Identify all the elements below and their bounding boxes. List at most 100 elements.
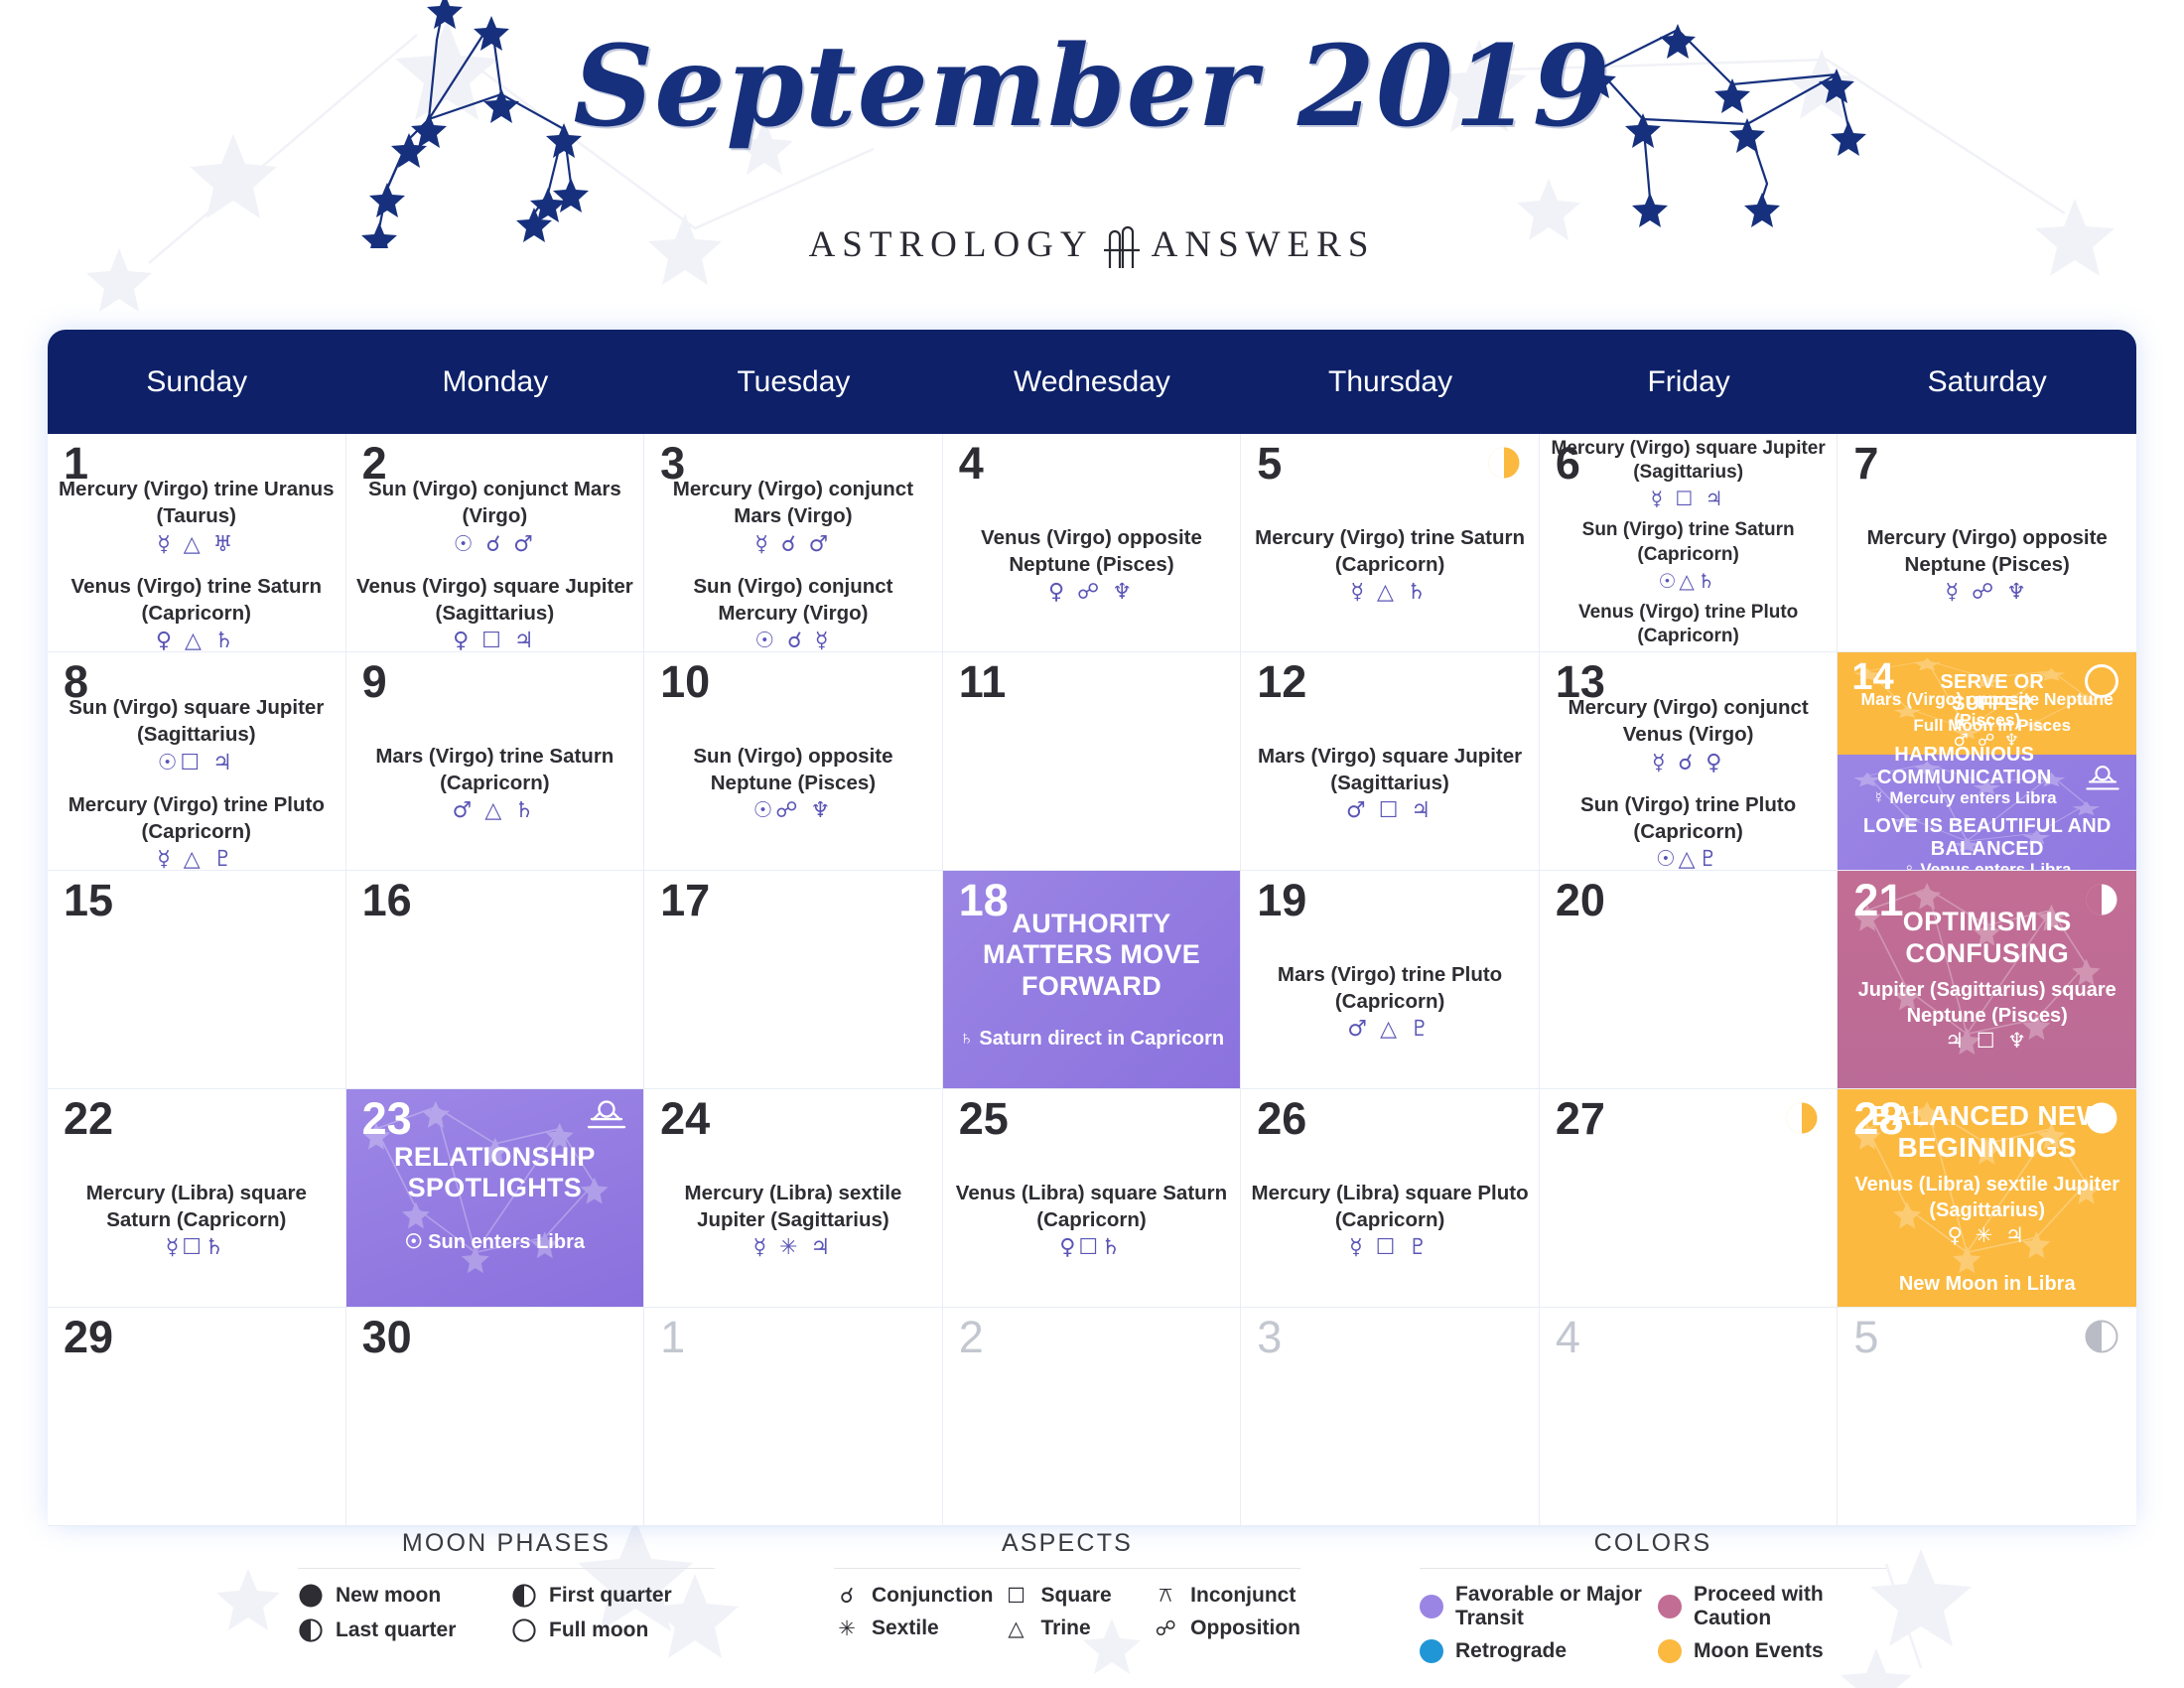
event-footer: ☉ Sun enters Libra bbox=[404, 1231, 585, 1254]
event-aspect-text: Mercury (Virgo) opposite Neptune (Pisces… bbox=[1866, 525, 2108, 576]
calendar-day-cell[interactable]: 10 Sun (Virgo) opposite Neptune (Pisces) ☉… bbox=[644, 652, 943, 871]
calendar-day-cell[interactable]: 24 Mercury (Libra) sextile Jupiter (Sagit… bbox=[644, 1089, 943, 1308]
calendar-day-cell[interactable]: 5 bbox=[1838, 1308, 2136, 1526]
day-event: Mercury (Virgo) trine Saturn (Capricorn)… bbox=[1249, 524, 1531, 605]
calendar-day-cell[interactable]: 25 Venus (Libra) square Saturn (Capricorn… bbox=[942, 1089, 1242, 1308]
calendar-day-cell[interactable]: 12 Mars (Virgo) square Jupiter (Sagittari… bbox=[1241, 652, 1540, 871]
day-number: 7 bbox=[1853, 438, 1879, 489]
event-aspect-glyph: ☉☍ ♆ bbox=[752, 798, 834, 824]
calendar-day-cell[interactable]: 2 Sun (Virgo) conjunct Mars (Virgo) ☉ ☌ ♂ V… bbox=[345, 434, 645, 652]
legend-aspects-items: ☌ Conjunction ☐ Square ⚻ Inconjunct ✳ Sextile △ T… bbox=[834, 1583, 1300, 1640]
day-cell-bottom-section[interactable]: HARMONIOUS COMMUNICATION ☿ Mercury enters… bbox=[1838, 744, 2136, 870]
weekday-header-thursday: Thursday bbox=[1328, 364, 1453, 398]
day-event: Venus (Virgo) opposite Neptune (Pisces) ♀… bbox=[951, 524, 1233, 605]
calendar-day-cell[interactable]: 16 bbox=[345, 871, 645, 1089]
calendar-day-cell[interactable]: 15 bbox=[48, 871, 346, 1089]
calendar-day-cell[interactable]: 9 Mars (Virgo) trine Saturn (Capricorn) ♂ … bbox=[345, 652, 645, 871]
calendar-day-cell[interactable]: 8 Sun (Virgo) square Jupiter (Sagittarius… bbox=[48, 652, 346, 871]
legend-item-label: Inconjunct bbox=[1190, 1583, 1297, 1607]
constellation-decoration-left bbox=[361, 0, 589, 248]
legend-item-square: ☐ Square bbox=[1003, 1583, 1143, 1608]
day-events-list: Mars (Virgo) trine Saturn (Capricorn) ♂ △… bbox=[354, 704, 636, 862]
event-footer: New Moon in Libra bbox=[1898, 1273, 2076, 1296]
day-events-list: Mars (Virgo) square Jupiter (Sagittarius… bbox=[1249, 704, 1531, 862]
zodiac-libra-icon bbox=[584, 1099, 629, 1137]
day-event: Sun (Virgo) trine Pluto (Capricorn) ☉△♇ bbox=[1548, 791, 1830, 871]
day-cell-top-section[interactable]: 14 SERVE OR SUFFER Full Moon in Pisces Mars… bbox=[1838, 652, 2136, 755]
calendar-day-cell[interactable]: 1 Mercury (Virgo) trine Uranus (Taurus) ☿ … bbox=[48, 434, 346, 652]
day-events-list: Mercury (Virgo) conjunct Mars (Virgo) ☿ ☌… bbox=[652, 478, 934, 651]
calendar-day-cell[interactable]: 26 Mercury (Libra) square Pluto (Capricor… bbox=[1241, 1089, 1540, 1308]
day-number: 5 bbox=[1257, 438, 1283, 489]
legend-colors-heading: COLORS bbox=[1420, 1529, 1886, 1569]
day-event: Venus (Libra) square Saturn (Capricorn) ♀… bbox=[951, 1180, 1233, 1260]
day-event: Mercury (Virgo) conjunct Mars (Virgo) ☿ ☌… bbox=[652, 476, 934, 556]
legend-moon-phases-items: New moon First quarter Last quarter Full mo… bbox=[298, 1583, 715, 1643]
calendar-day-cell[interactable]: 2 bbox=[942, 1308, 1242, 1526]
legend-item-label: Trine bbox=[1040, 1617, 1091, 1639]
legend: MOON PHASES New moon First quarter Last qu… bbox=[0, 1529, 2184, 1663]
calendar-day-cell[interactable]: 3 Mercury (Virgo) conjunct Mars (Virgo) ☿ … bbox=[644, 434, 943, 652]
day-event: Mercury (Virgo) conjunct Venus (Virgo) ☿ … bbox=[1548, 694, 1830, 774]
day-event: Mars (Virgo) trine Pluto (Capricorn) ♂ △ … bbox=[1249, 961, 1531, 1042]
event-aspect-text: Venus (Libra) sextile Jupiter (Sagittari… bbox=[1854, 1174, 2120, 1222]
legend-item-label: Last quarter bbox=[336, 1618, 457, 1641]
event-aspect-text: Mars (Virgo) square Jupiter (Sagittarius… bbox=[1257, 744, 1523, 794]
legend-aspects-heading: ASPECTS bbox=[834, 1529, 1300, 1569]
day-events-list: Mercury (Virgo) conjunct Venus (Virgo) ☿ … bbox=[1548, 696, 1830, 870]
calendar-day-cell[interactable]: 27 bbox=[1539, 1089, 1839, 1308]
weekday-header-wednesday: Wednesday bbox=[1014, 364, 1170, 398]
calendar-day-cell[interactable]: 18 AUTHORITY MATTERS MOVE FORWARD ♄ Saturn… bbox=[942, 871, 1242, 1089]
legend-item-inconjunct: ⚻ Inconjunct bbox=[1153, 1583, 1300, 1608]
legend-item-retrograde: Retrograde bbox=[1420, 1639, 1648, 1663]
weekday-header-sunday: Sunday bbox=[146, 364, 248, 398]
calendar-day-cell[interactable]: 4 bbox=[1539, 1308, 1839, 1526]
calendar-day-cell[interactable]: 28 BALANCED NEW BEGINNINGS Venus (Libra) s… bbox=[1838, 1089, 2136, 1308]
brand-text-left: ASTROLOGY bbox=[808, 223, 1094, 265]
calendar-day-cell[interactable]: 4 Venus (Virgo) opposite Neptune (Pisces)… bbox=[942, 434, 1242, 652]
event-aspect-glyph: ♀ ✳ ♃ bbox=[1947, 1223, 2027, 1248]
calendar-day-cell[interactable]: 14 SERVE OR SUFFER Full Moon in Pisces Mars… bbox=[1838, 652, 2136, 871]
day-number: 1 bbox=[660, 1312, 686, 1362]
calendar-day-cell[interactable]: 1 bbox=[644, 1308, 943, 1526]
calendar-day-cell[interactable]: 30 bbox=[345, 1308, 645, 1526]
legend-item-first-quarter-moon: First quarter bbox=[511, 1583, 715, 1609]
calendar-day-cell[interactable]: 23 RELATIONSHIP SPOTLIGHTS ☉ Sun enters Li… bbox=[345, 1089, 645, 1308]
calendar-day-cell[interactable]: 19 Mars (Virgo) trine Pluto (Capricorn) ♂ … bbox=[1241, 871, 1540, 1089]
event-aspect-text: Mercury (Virgo) trine Pluto (Capricorn) bbox=[68, 792, 325, 843]
day-event: Mercury (Virgo) square Jupiter (Sagittar… bbox=[1548, 437, 1830, 511]
event-title-secondary: LOVE IS BEAUTIFUL AND BALANCED bbox=[1862, 815, 2112, 860]
legend-item-label: Conjunction bbox=[872, 1583, 994, 1607]
calendar-day-cell[interactable]: 29 bbox=[48, 1308, 346, 1526]
event-aspect-text: Sun (Virgo) square Jupiter (Sagittarius) bbox=[68, 696, 325, 747]
calendar-day-cell[interactable]: 3 bbox=[1241, 1308, 1540, 1526]
legend-item-trine: △ Trine bbox=[1003, 1617, 1143, 1640]
day-events-list: Mercury (Libra) square Pluto (Capricorn)… bbox=[1249, 1141, 1531, 1299]
calendar-day-cell[interactable]: 6 Mercury (Virgo) square Jupiter (Sagitta… bbox=[1539, 434, 1839, 652]
day-number: 12 bbox=[1257, 656, 1307, 707]
event-aspect-text: Mercury (Virgo) trine Saturn (Capricorn) bbox=[1255, 525, 1525, 576]
day-number: 9 bbox=[361, 656, 387, 707]
day-event: Mercury (Virgo) opposite Neptune (Pisces… bbox=[1845, 524, 2128, 605]
calendar-day-cell[interactable]: 17 bbox=[644, 871, 943, 1089]
day-events-list: Mercury (Libra) square Saturn (Capricorn… bbox=[56, 1141, 338, 1299]
day-number: 10 bbox=[660, 656, 711, 707]
event-aspect-glyph: ♀☐♄ bbox=[1059, 1235, 1124, 1261]
day-number: 19 bbox=[1257, 875, 1307, 925]
day-events-list: Sun (Virgo) square Jupiter (Sagittarius)… bbox=[56, 696, 338, 870]
day-number: 25 bbox=[958, 1093, 1009, 1144]
calendar-day-cell[interactable]: 11 bbox=[942, 652, 1242, 871]
day-events-list: Mercury (Virgo) trine Uranus (Taurus) ☿ △… bbox=[56, 478, 338, 651]
calendar-day-cell[interactable]: 7 Mercury (Virgo) opposite Neptune (Pisce… bbox=[1838, 434, 2136, 652]
aspect-opposition-icon: ☍ bbox=[1155, 1617, 1176, 1640]
day-number: 30 bbox=[361, 1312, 412, 1362]
calendar-day-cell[interactable]: 22 Mercury (Libra) square Saturn (Caprico… bbox=[48, 1089, 346, 1308]
event-aspect-text: Venus (Virgo) trine Saturn (Capricorn) bbox=[70, 574, 323, 625]
calendar-day-cell[interactable]: 5 Mercury (Virgo) trine Saturn (Capricorn… bbox=[1241, 434, 1540, 652]
day-events-list: Sun (Virgo) opposite Neptune (Pisces) ☉☍ … bbox=[652, 704, 934, 862]
day-number: 15 bbox=[64, 875, 114, 925]
legend-item-last-quarter-moon: Last quarter bbox=[298, 1618, 501, 1643]
calendar-day-cell[interactable]: 20 bbox=[1539, 871, 1839, 1089]
calendar-day-cell[interactable]: 21 OPTIMISM IS CONFUSING Jupiter (Sagittar… bbox=[1838, 871, 2136, 1089]
calendar-day-cell[interactable]: 13 Mercury (Virgo) conjunct Venus (Virgo)… bbox=[1539, 652, 1839, 871]
